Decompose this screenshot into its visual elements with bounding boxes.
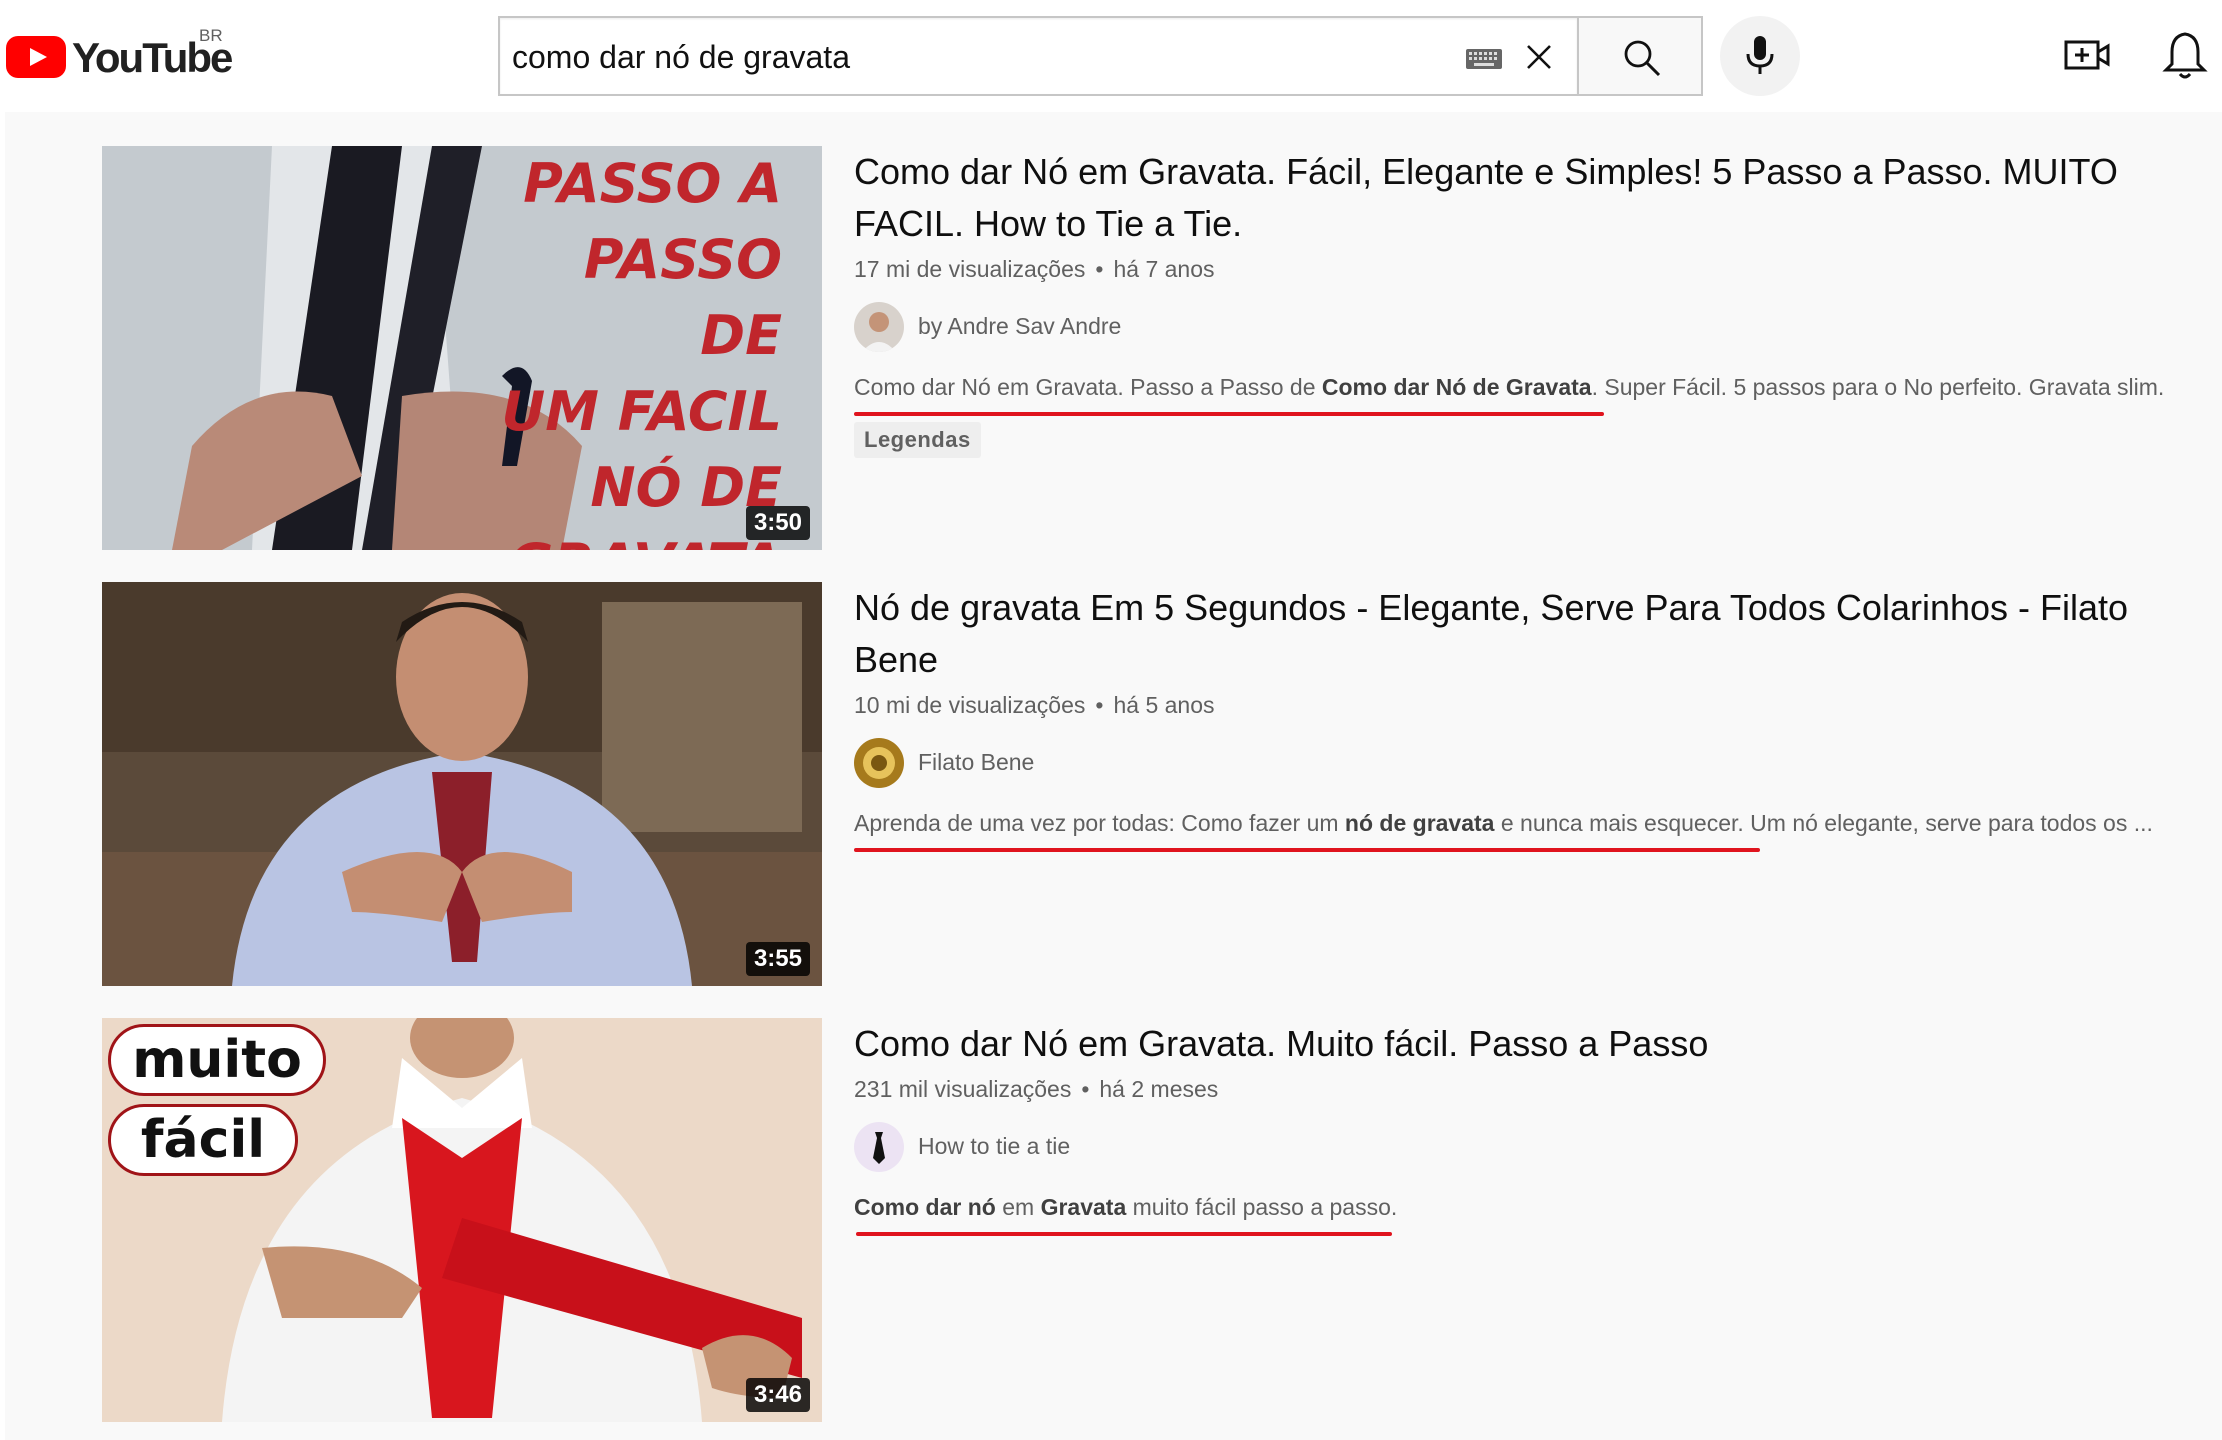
video-description: Aprenda de uma vez por todas: Como fazer… <box>854 806 2214 852</box>
channel-name[interactable]: by Andre Sav Andre <box>918 313 1121 340</box>
captions-badge: Legendas <box>854 422 981 458</box>
mic-icon <box>1746 36 1774 74</box>
search-input[interactable] <box>512 32 1412 82</box>
desc-highlight: nó de gravata <box>1344 810 1495 836</box>
video-title[interactable]: Nó de gravata Em 5 Segundos - Elegante, … <box>854 582 2214 686</box>
thumb-bubble-muito: muito <box>108 1024 326 1096</box>
thumb-line: muito <box>132 1030 302 1090</box>
video-description: Como dar Nó em Gravata. Passo a Passo de… <box>854 370 2214 416</box>
keyboard-icon[interactable] <box>1465 48 1503 70</box>
top-bar: YouTube BR <box>0 0 2222 112</box>
video-thumbnail[interactable]: 3:55 <box>102 582 822 986</box>
view-count: 231 mil visualizações <box>854 1076 1072 1102</box>
video-thumbnail[interactable]: PASSO A PASSO DE UM FACIL NÓ DE GRAVATA … <box>102 146 822 550</box>
desc-text: em <box>995 1194 1041 1220</box>
search-box[interactable] <box>498 16 1577 96</box>
video-meta: 10 mi de visualizações • há 5 anos <box>854 688 2214 722</box>
video-meta: 17 mi de visualizações • há 7 anos <box>854 252 2214 286</box>
channel-row: How to tie a tie <box>854 1122 2214 1172</box>
channel-avatar[interactable] <box>854 302 904 352</box>
upload-age: há 2 meses <box>1099 1076 1219 1102</box>
youtube-play-icon <box>6 36 66 78</box>
meta-separator: • <box>1095 692 1104 718</box>
desc-highlight: Como dar nó <box>854 1194 996 1220</box>
video-duration: 3:46 <box>745 1378 810 1412</box>
result-info: Nó de gravata Em 5 Segundos - Elegante, … <box>854 582 2214 852</box>
desc-text: e nunca mais esquecer. Um nó elegante, s… <box>1494 810 2153 836</box>
thumb-line: PASSO A <box>523 152 782 215</box>
youtube-logo[interactable]: YouTube BR <box>6 26 233 86</box>
region-code: BR <box>199 26 223 45</box>
thumb-line: UM FACIL <box>501 380 782 443</box>
desc-text: muito fácil passo a passo. <box>1126 1194 1398 1220</box>
thumb-line: GRAVATA <box>492 526 782 550</box>
channel-name[interactable]: Filato Bene <box>918 749 1034 776</box>
video-meta: 231 mil visualizações • há 2 meses <box>854 1072 2214 1106</box>
meta-separator: • <box>1081 1076 1090 1102</box>
bell-icon[interactable] <box>2160 28 2210 82</box>
desc-highlight: Gravata <box>1040 1194 1127 1220</box>
video-title[interactable]: Como dar Nó em Gravata. Muito fácil. Pas… <box>854 1018 2214 1070</box>
thumb-line: NÓ DE <box>590 456 782 519</box>
desc-text: . Super Fácil. 5 passos para o No perfei… <box>1591 374 2165 400</box>
desc-highlight: Como dar Nó de Gravata <box>1321 374 1592 400</box>
thumbnail-image <box>102 582 822 986</box>
video-thumbnail[interactable]: muito fácil 3:46 <box>102 1018 822 1422</box>
video-duration: 3:55 <box>745 942 810 976</box>
annotation-underline <box>854 412 1604 416</box>
video-description: Como dar nó em Gravata muito fácil passo… <box>854 1190 2214 1236</box>
voice-search-button[interactable] <box>1720 16 1800 96</box>
video-title[interactable]: Como dar Nó em Gravata. Fácil, Elegante … <box>854 146 2214 250</box>
upload-age: há 7 anos <box>1113 256 1215 282</box>
upload-age: há 5 anos <box>1113 692 1215 718</box>
channel-avatar[interactable] <box>854 1122 904 1172</box>
result-item: muito fácil 3:46 Como dar Nó em Gravata.… <box>102 1018 2202 1422</box>
thumb-bubble-facil: fácil <box>108 1104 298 1176</box>
close-icon[interactable] <box>1522 40 1556 74</box>
thumbnail-overlay-text: PASSO A PASSO DE UM FACIL NÓ DE GRAVATA <box>492 146 822 550</box>
create-video-icon[interactable] <box>2062 30 2112 80</box>
channel-row: Filato Bene <box>854 738 2214 788</box>
meta-separator: • <box>1095 256 1104 282</box>
annotation-underline <box>856 1232 1392 1236</box>
search-results: PASSO A PASSO DE UM FACIL NÓ DE GRAVATA … <box>5 112 2222 1440</box>
result-info: Como dar Nó em Gravata. Fácil, Elegante … <box>854 146 2214 458</box>
channel-name[interactable]: How to tie a tie <box>918 1133 1070 1160</box>
thumb-line: fácil <box>140 1110 266 1170</box>
result-item: PASSO A PASSO DE UM FACIL NÓ DE GRAVATA … <box>102 146 2202 550</box>
view-count: 17 mi de visualizações <box>854 256 1086 282</box>
desc-text: Como dar Nó em Gravata. Passo a Passo de <box>854 374 1322 400</box>
video-duration: 3:50 <box>745 506 810 540</box>
annotation-underline <box>854 848 1760 852</box>
search-icon <box>1624 40 1661 77</box>
result-info: Como dar Nó em Gravata. Muito fácil. Pas… <box>854 1018 2214 1236</box>
channel-row: by Andre Sav Andre <box>854 302 2214 352</box>
view-count: 10 mi de visualizações <box>854 692 1086 718</box>
search-button[interactable] <box>1577 16 1703 96</box>
desc-text: Aprenda de uma vez por todas: Como fazer… <box>854 810 1345 836</box>
thumb-line: PASSO DE <box>583 228 782 367</box>
result-item: 3:55 Nó de gravata Em 5 Segundos - Elega… <box>102 582 2202 986</box>
channel-avatar[interactable] <box>854 738 904 788</box>
